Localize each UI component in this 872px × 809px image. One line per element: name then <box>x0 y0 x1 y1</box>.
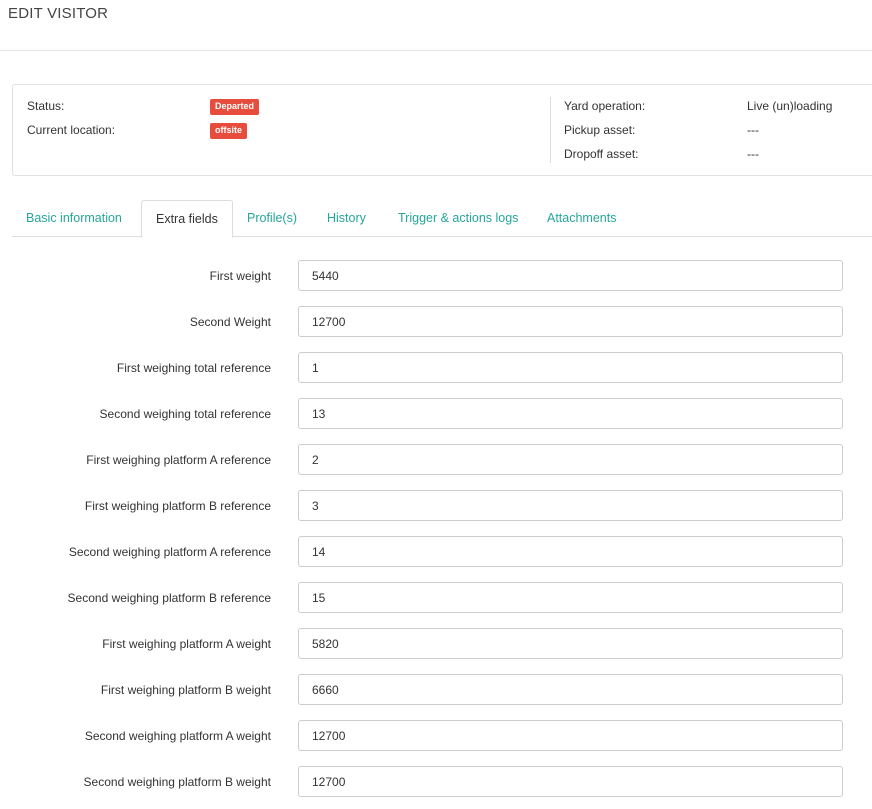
pickup-asset-label: Pickup asset: <box>564 123 636 137</box>
tab-profiles[interactable]: Profile(s) <box>233 200 311 237</box>
first-weighing-platform-b-weight-input[interactable] <box>298 674 843 705</box>
field-label: Second weighing platform A reference <box>68 545 271 559</box>
second-weighing-platform-b-weight-input[interactable] <box>298 766 843 797</box>
first-weighing-platform-b-reference-input[interactable] <box>298 490 843 521</box>
form-row: First weighing platform A reference <box>0 444 872 490</box>
field-label: Second weighing platform A weight <box>84 729 271 743</box>
tab-trigger-actions-logs[interactable]: Trigger & actions logs <box>384 200 532 237</box>
extra-fields-form: First weight Second Weight First weighin… <box>0 260 872 809</box>
status-value: Departed <box>210 98 260 115</box>
field-label: First weighing platform B reference <box>84 499 271 513</box>
field-label: Second weighing total reference <box>99 407 271 421</box>
field-label: Second Weight <box>189 315 271 329</box>
first-weighing-platform-a-weight-input[interactable] <box>298 628 843 659</box>
first-weighing-platform-a-reference-input[interactable] <box>298 444 843 475</box>
field-label: First weighing platform A reference <box>86 453 271 467</box>
current-location-label: Current location: <box>27 123 116 137</box>
form-row: First weighing platform A weight <box>0 628 872 674</box>
first-weight-input[interactable] <box>298 260 843 291</box>
second-weighing-platform-a-reference-input[interactable] <box>298 536 843 567</box>
yard-operation-label: Yard operation: <box>564 99 646 113</box>
field-label: First weighing total reference <box>116 361 271 375</box>
second-weighing-platform-a-weight-input[interactable] <box>298 720 843 751</box>
form-row: Second weighing platform B reference <box>0 582 872 628</box>
field-label: Second weighing platform B weight <box>83 775 271 789</box>
form-row: First weighing platform B weight <box>0 674 872 720</box>
status-badge: Departed <box>210 99 260 115</box>
location-badge: offsite <box>210 123 247 139</box>
form-row: Second weighing platform B weight <box>0 766 872 809</box>
page-title: EDIT VISITOR <box>8 5 109 22</box>
form-row: First weight <box>0 260 872 306</box>
field-label: Second weighing platform B reference <box>67 591 271 605</box>
field-label: First weighing platform B weight <box>100 683 271 697</box>
field-label: First weight <box>209 269 271 283</box>
form-row: Second Weight <box>0 306 872 352</box>
first-weighing-total-reference-input[interactable] <box>298 352 843 383</box>
tab-history[interactable]: History <box>313 200 380 237</box>
status-label: Status: <box>27 99 65 113</box>
dropoff-asset-value: --- <box>747 147 759 161</box>
second-weight-input[interactable] <box>298 306 843 337</box>
tab-basic-information[interactable]: Basic information <box>12 200 136 237</box>
status-right-column: Yard operation: Live (un)loading Pickup … <box>550 97 832 163</box>
yard-operation-value: Live (un)loading <box>747 99 833 113</box>
second-weighing-total-reference-input[interactable] <box>298 398 843 429</box>
form-row: Second weighing platform A weight <box>0 720 872 766</box>
status-card: Status: Departed Current location: offsi… <box>12 84 872 176</box>
second-weighing-platform-b-reference-input[interactable] <box>298 582 843 613</box>
tab-attachments[interactable]: Attachments <box>533 200 630 237</box>
field-label: First weighing platform A weight <box>102 637 271 651</box>
form-row: First weighing platform B reference <box>0 490 872 536</box>
current-location-value: offsite <box>210 122 247 139</box>
form-row: Second weighing platform A reference <box>0 536 872 582</box>
tab-bar: Basic information Extra fields Profile(s… <box>12 200 872 238</box>
form-row: Second weighing total reference <box>0 398 872 444</box>
pickup-asset-value: --- <box>747 123 759 137</box>
tab-extra-fields[interactable]: Extra fields <box>141 200 233 238</box>
title-divider <box>0 50 872 51</box>
form-row: First weighing total reference <box>0 352 872 398</box>
dropoff-asset-label: Dropoff asset: <box>564 147 639 161</box>
